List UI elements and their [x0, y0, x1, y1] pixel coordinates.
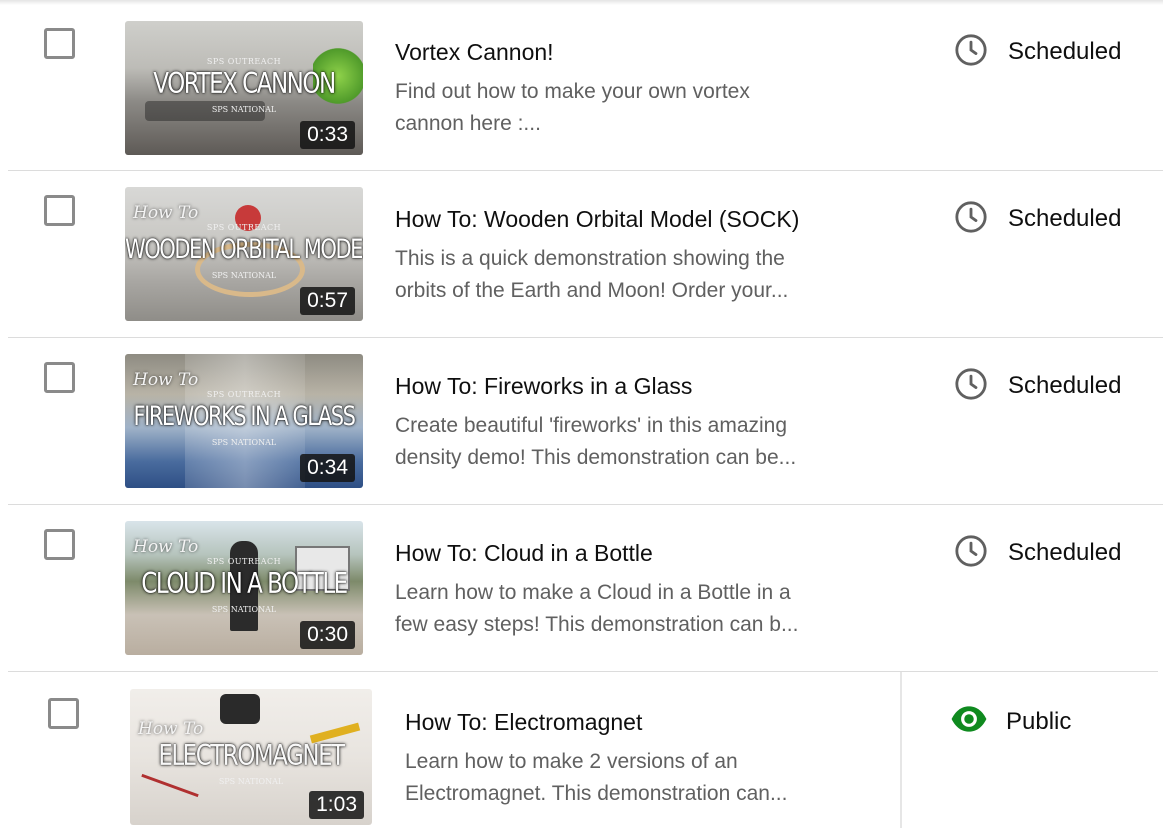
video-description: Learn how to make a Cloud in a Bottle in… — [395, 577, 865, 641]
video-title[interactable]: How To: Cloud in a Bottle — [395, 540, 653, 567]
video-thumbnail[interactable]: How To SPS OUTREACH WOODEN ORBITAL MODEL… — [125, 187, 363, 321]
video-title[interactable]: How To: Fireworks in a Glass — [395, 373, 692, 400]
video-description-line: This is a quick demonstration showing th… — [395, 247, 785, 270]
video-thumbnail[interactable]: How To SPS OUTREACH FIREWORKS IN A GLASS… — [125, 354, 363, 488]
clock-icon — [955, 201, 987, 233]
video-title[interactable]: How To: Electromagnet — [405, 709, 642, 736]
video-description-line: cannon here :... — [395, 112, 541, 135]
thumbnail-howto-label: How To — [133, 203, 199, 223]
video-row: How To SPS OUTREACH CLOUD IN A BOTTLE SP… — [0, 505, 1163, 671]
thumbnail-caption-main: CLOUD IN A BOTTLE — [141, 567, 348, 601]
column-separator — [900, 672, 902, 828]
thumbnail-caption-bottom: SPS NATIONAL — [211, 105, 277, 114]
video-row: How To ELECTROMAGNET SPS NATIONAL 1:03 H… — [0, 672, 1163, 828]
video-description-line: density demo! This demonstration can be.… — [395, 446, 797, 469]
visibility-status[interactable]: Scheduled — [1008, 372, 1121, 400]
thumbnail-caption-top: SPS OUTREACH — [206, 223, 282, 232]
thumbnail-caption-bottom: SPS NATIONAL — [211, 438, 277, 447]
video-duration: 0:57 — [300, 287, 355, 315]
video-description-line: Learn how to make a Cloud in a Bottle in… — [395, 581, 791, 604]
visibility-status[interactable]: Scheduled — [1008, 539, 1121, 567]
clock-icon — [955, 34, 987, 66]
video-description-line: orbits of the Earth and Moon! Order your… — [395, 279, 789, 302]
video-thumbnail[interactable]: SPS OUTREACH VORTEX CANNON SPS NATIONAL … — [125, 21, 363, 155]
select-checkbox[interactable] — [44, 28, 75, 59]
video-description: Learn how to make 2 versions of an Elect… — [405, 746, 875, 810]
thumbnail-caption-bottom: SPS NATIONAL — [218, 777, 284, 786]
visibility-status[interactable]: Scheduled — [1008, 38, 1121, 66]
video-description-line: Electromagnet. This demonstration can... — [405, 782, 788, 805]
clock-icon — [955, 535, 987, 567]
video-description-line: Create beautiful 'fireworks' in this ama… — [395, 414, 788, 437]
video-description: Find out how to make your own vortex can… — [395, 76, 865, 140]
thumbnail-howto-label: How To — [133, 537, 199, 557]
video-row: SPS OUTREACH VORTEX CANNON SPS NATIONAL … — [0, 0, 1163, 170]
clock-icon — [955, 368, 987, 400]
video-row: How To SPS OUTREACH FIREWORKS IN A GLASS… — [0, 338, 1163, 504]
video-thumbnail[interactable]: How To SPS OUTREACH CLOUD IN A BOTTLE SP… — [125, 521, 363, 655]
thumbnail-caption-bottom: SPS NATIONAL — [211, 271, 277, 280]
thumbnail-caption-main: VORTEX CANNON — [153, 67, 336, 101]
thumbnail-howto-label: How To — [138, 719, 204, 739]
video-duration: 0:33 — [300, 121, 355, 149]
video-duration: 0:30 — [300, 621, 355, 649]
visibility-status[interactable]: Public — [1006, 708, 1071, 736]
thumbnail-caption-main: ELECTROMAGNET — [158, 739, 345, 773]
video-description-line: Find out how to make your own vortex — [395, 80, 750, 103]
video-description-line: few easy steps! This demonstration can b… — [395, 613, 799, 636]
select-checkbox[interactable] — [44, 195, 75, 226]
thumbnail-caption-top: SPS OUTREACH — [206, 390, 282, 399]
video-row: How To SPS OUTREACH WOODEN ORBITAL MODEL… — [0, 171, 1163, 337]
thumbnail-caption-main: WOODEN ORBITAL MODEL — [125, 234, 363, 264]
video-thumbnail[interactable]: How To ELECTROMAGNET SPS NATIONAL 1:03 — [130, 689, 372, 825]
thumbnail-caption-top: SPS OUTREACH — [206, 57, 282, 66]
thumbnail-caption-top: SPS OUTREACH — [206, 557, 282, 566]
video-description-line: Learn how to make 2 versions of an — [405, 750, 738, 773]
video-title[interactable]: How To: Wooden Orbital Model (SOCK) — [395, 206, 799, 233]
eye-icon — [951, 706, 987, 732]
select-checkbox[interactable] — [48, 698, 79, 729]
select-checkbox[interactable] — [44, 362, 75, 393]
thumbnail-caption-main: FIREWORKS IN A GLASS — [133, 401, 356, 431]
thumbnail-caption-bottom: SPS NATIONAL — [211, 605, 277, 614]
video-duration: 1:03 — [309, 791, 364, 819]
video-description: This is a quick demonstration showing th… — [395, 243, 865, 307]
video-duration: 0:34 — [300, 454, 355, 482]
select-checkbox[interactable] — [44, 529, 75, 560]
visibility-status[interactable]: Scheduled — [1008, 205, 1121, 233]
video-title[interactable]: Vortex Cannon! — [395, 39, 554, 66]
video-description: Create beautiful 'fireworks' in this ama… — [395, 410, 865, 474]
thumbnail-howto-label: How To — [133, 370, 199, 390]
